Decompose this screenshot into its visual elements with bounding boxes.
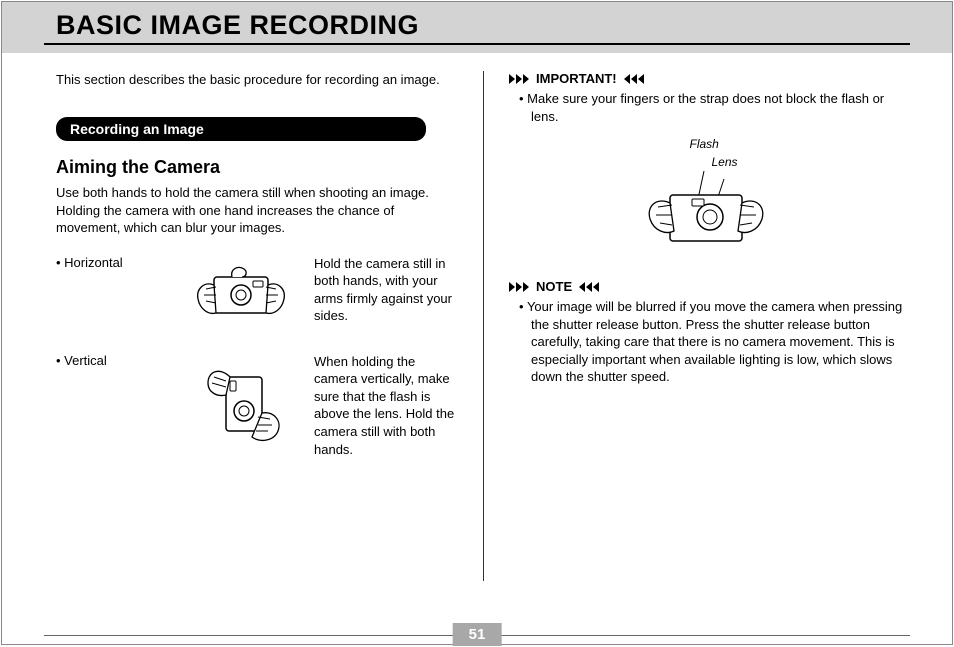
grip-row-horizontal: • Horizontal	[56, 255, 458, 335]
arrow-right-icon	[509, 282, 530, 292]
important-label: IMPORTANT!	[536, 71, 617, 86]
page-title: BASIC IMAGE RECORDING	[44, 10, 910, 41]
lens-label: Lens	[712, 155, 738, 169]
flash-lens-diagram: Flash Lens	[509, 135, 910, 261]
flash-label: Flash	[690, 137, 719, 151]
grip-horizontal-label: • Horizontal	[56, 255, 176, 270]
important-list: Make sure your fingers or the strap does…	[509, 90, 910, 125]
note-list: Your image will be blurred if you move t…	[509, 298, 910, 386]
title-bar: BASIC IMAGE RECORDING	[2, 2, 952, 53]
grip-vertical-label: • Vertical	[56, 353, 176, 368]
important-heading: IMPORTANT!	[509, 71, 910, 86]
grip-horizontal-desc: Hold the camera still in both hands, wit…	[306, 255, 458, 325]
subheading-aiming: Aiming the Camera	[56, 157, 458, 178]
manual-page: BASIC IMAGE RECORDING This section descr…	[1, 1, 953, 645]
title-underline: BASIC IMAGE RECORDING	[44, 10, 910, 45]
arrow-left-icon	[623, 74, 644, 84]
note-bullet: Your image will be blurred if you move t…	[531, 298, 910, 386]
page-number: 51	[453, 623, 502, 646]
flash-lens-icon	[620, 171, 800, 261]
arrow-right-icon	[509, 74, 530, 84]
right-column: IMPORTANT! Make sure your fingers or the…	[483, 71, 910, 581]
section-heading-pill: Recording an Image	[56, 117, 426, 141]
page-footer: 51	[2, 635, 952, 636]
grip-horizontal-illustration	[176, 255, 306, 335]
camera-horizontal-icon	[186, 255, 296, 335]
important-bullet: Make sure your fingers or the strap does…	[531, 90, 910, 125]
aiming-paragraph: Use both hands to hold the camera still …	[56, 184, 458, 237]
arrow-left-icon	[578, 282, 599, 292]
intro-text: This section describes the basic procedu…	[56, 71, 458, 89]
grip-vertical-desc: When holding the camera vertically, make…	[306, 353, 458, 458]
note-label: NOTE	[536, 279, 572, 294]
content-columns: This section describes the basic procedu…	[2, 53, 952, 581]
left-column: This section describes the basic procedu…	[56, 71, 483, 581]
grip-row-vertical: • Vertical	[56, 353, 458, 463]
grip-table: • Horizontal	[56, 255, 458, 463]
grip-vertical-illustration	[176, 353, 306, 463]
note-heading: NOTE	[509, 279, 910, 294]
footer-rule: 51	[44, 635, 910, 636]
camera-vertical-icon	[186, 353, 296, 463]
